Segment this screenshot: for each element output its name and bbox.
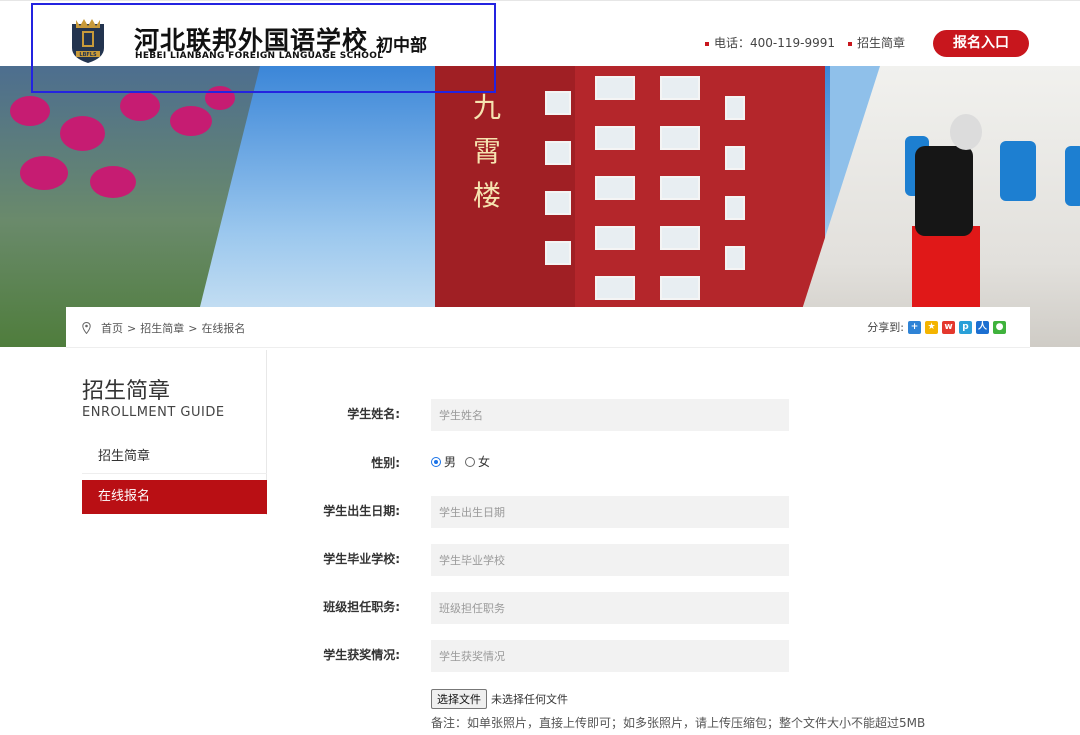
sidebar-title: 招生简章 xyxy=(82,379,171,404)
breadcrumb-separator: > xyxy=(127,321,137,335)
breadcrumb-home[interactable]: 首页 xyxy=(101,320,123,336)
file-status: 未选择任何文件 xyxy=(491,693,568,706)
class-role-input[interactable] xyxy=(431,592,789,624)
window-shape xyxy=(660,276,700,300)
awards-label: 学生获奖情况: xyxy=(323,648,400,662)
phone-text: 电话：400-119-9991 xyxy=(714,36,836,50)
pompom-shape xyxy=(20,156,68,190)
location-pin-icon xyxy=(82,322,91,334)
breadcrumb: 首页 > 招生简章 > 在线报名 xyxy=(82,320,245,336)
name-label: 学生姓名: xyxy=(347,407,400,421)
breadcrumb-current: 在线报名 xyxy=(201,322,246,335)
share-label: 分享到: xyxy=(867,321,904,334)
choose-file-button[interactable]: 选择文件 xyxy=(431,689,487,709)
share-renren-icon[interactable]: 人 xyxy=(976,320,989,334)
file-upload-row: 选择文件 未选择任何文件 xyxy=(431,689,568,709)
window-shape xyxy=(660,76,700,100)
share-more-icon[interactable]: + xyxy=(908,320,921,334)
window-shape xyxy=(595,226,635,250)
sidebar-item-guide[interactable]: 招生简章 xyxy=(82,440,267,474)
student-figure xyxy=(1000,141,1036,201)
bullet-icon xyxy=(848,41,852,46)
window-shape xyxy=(725,146,745,170)
window-shape xyxy=(545,191,571,215)
student-figure xyxy=(1065,146,1080,206)
guide-link-text[interactable]: 招生简章 xyxy=(857,36,905,50)
window-shape xyxy=(595,176,635,200)
window-shape xyxy=(595,126,635,150)
window-shape xyxy=(545,91,571,115)
logo-highlight-box xyxy=(31,3,496,93)
pompom-shape xyxy=(120,91,160,121)
breadcrumb-bar: 首页 > 招生简章 > 在线报名 分享到: + ★ w p 人 ● xyxy=(66,307,1030,348)
gender-female-radio[interactable] xyxy=(465,456,476,467)
gender-label: 性别: xyxy=(371,456,400,470)
name-input[interactable] xyxy=(431,399,789,431)
window-shape xyxy=(545,141,571,165)
birth-input[interactable] xyxy=(431,496,789,528)
gender-radio-group: 男 女 xyxy=(431,453,490,470)
window-shape xyxy=(725,96,745,120)
share-wechat-icon[interactable]: ● xyxy=(993,320,1006,334)
window-shape xyxy=(595,276,635,300)
share-bar: 分享到: + ★ w p 人 ● xyxy=(867,319,1006,335)
fencer-body xyxy=(915,146,973,236)
site-header: LBFLS 河北联邦外国语学校 HEBEI LIANBANG FOREIGN L… xyxy=(0,0,1080,93)
upload-note: 备注：如单张照片，直接上传即可；如多张照片，请上传压缩包；整个文件大小不能超过5… xyxy=(431,716,926,730)
gender-male-label[interactable]: 男 xyxy=(444,453,456,470)
breadcrumb-guide[interactable]: 招生简章 xyxy=(140,320,184,336)
window-shape xyxy=(725,196,745,220)
pompom-shape xyxy=(10,96,50,126)
tower-name-sign: 九霄楼 xyxy=(472,91,501,212)
pompom-shape xyxy=(60,116,105,151)
class-role-label: 班级担任职务: xyxy=(323,600,400,614)
sidebar-item-online-signup[interactable]: 在线报名 xyxy=(82,480,267,514)
awards-input[interactable] xyxy=(431,640,789,672)
gender-female-label[interactable]: 女 xyxy=(478,453,490,470)
hero-banner: 九霄楼 xyxy=(0,66,1080,347)
pompom-shape xyxy=(170,106,212,136)
window-shape xyxy=(660,226,700,250)
sidebar-subtitle: ENROLLMENT GUIDE xyxy=(82,405,225,420)
breadcrumb-separator: > xyxy=(188,321,198,335)
share-tencent-icon[interactable]: p xyxy=(959,320,972,334)
guide-link[interactable]: 招生简章 xyxy=(848,34,905,51)
bullet-icon xyxy=(705,41,709,46)
fencer-mask xyxy=(950,114,982,150)
share-qzone-icon[interactable]: ★ xyxy=(925,320,938,334)
birth-label: 学生出生日期: xyxy=(323,504,400,518)
window-shape xyxy=(660,126,700,150)
pompom-shape xyxy=(90,166,136,198)
gender-male-radio[interactable] xyxy=(431,456,441,467)
share-weibo-icon[interactable]: w xyxy=(942,320,955,334)
window-shape xyxy=(725,246,745,270)
school-label: 学生毕业学校: xyxy=(323,552,400,566)
window-shape xyxy=(660,176,700,200)
enroll-entry-button[interactable]: 报名入口 xyxy=(933,30,1029,57)
window-shape xyxy=(595,76,635,100)
school-input[interactable] xyxy=(431,544,789,576)
phone-info: 电话：400-119-9991 xyxy=(705,34,835,51)
window-shape xyxy=(545,241,571,265)
